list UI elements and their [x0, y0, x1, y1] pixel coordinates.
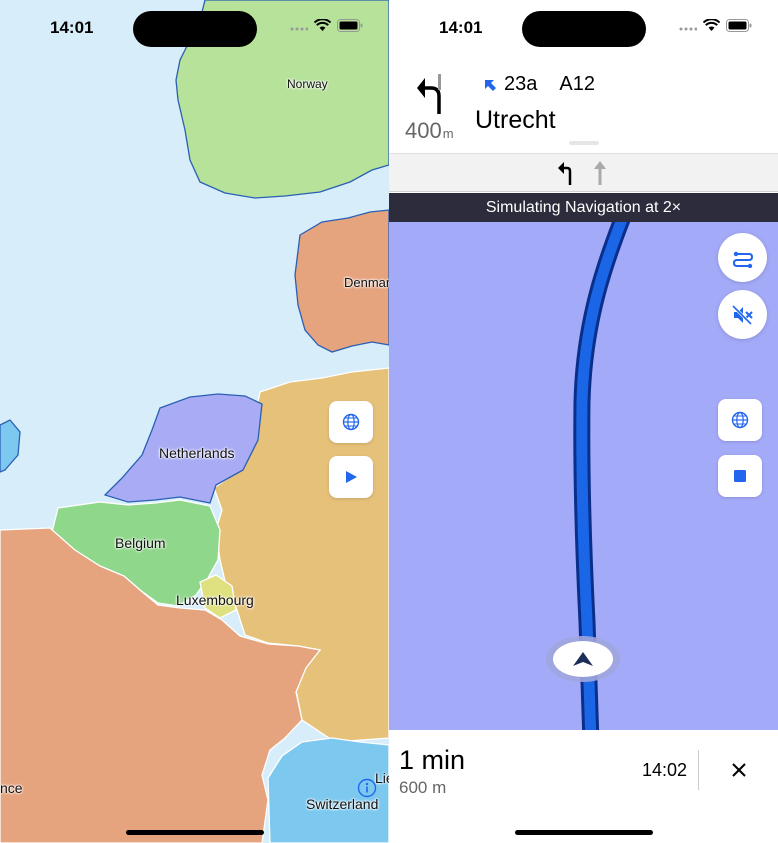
- distance-unit: m: [442, 126, 454, 141]
- footer-divider: [698, 750, 699, 790]
- road-name: A12: [559, 73, 595, 95]
- lane-guidance-bar: [389, 153, 778, 192]
- battery-icon: [726, 19, 752, 32]
- simulation-banner: Simulating Navigation at 2×: [389, 193, 778, 222]
- left-phone-screen: 14:01 Norway Denmar Netherlands Belgium …: [0, 0, 389, 843]
- battery-icon: [337, 19, 363, 32]
- remaining-distance: 600 m: [399, 778, 447, 797]
- stop-icon: [734, 470, 746, 482]
- distance-value: 400: [405, 118, 442, 143]
- label-liechtenstein: Lie: [375, 770, 389, 786]
- status-time: 14:01: [50, 18, 94, 37]
- status-icons: [679, 19, 752, 32]
- maneuver-panel[interactable]: 400m 23a A12 Utrecht: [389, 56, 778, 152]
- globe-button[interactable]: [329, 401, 373, 443]
- maneuver-distance: 400m: [405, 118, 454, 144]
- stop-button[interactable]: [718, 455, 762, 497]
- label-netherlands: Netherlands: [159, 445, 235, 461]
- wifi-icon: [703, 19, 720, 31]
- globe-icon: [342, 413, 360, 431]
- label-belgium: Belgium: [115, 535, 166, 551]
- info-icon: [357, 778, 377, 798]
- label-denmark: Denmar: [344, 275, 389, 290]
- lane-straight-arrow-icon: [594, 161, 606, 185]
- route-overview-button[interactable]: [718, 233, 767, 282]
- remaining-duration: 1 min: [399, 745, 466, 775]
- label-switzerland: Switzerland: [306, 796, 379, 812]
- cellular-icon: [679, 27, 697, 30]
- globe-button[interactable]: [718, 399, 762, 441]
- exit-arrow-icon: [485, 79, 496, 91]
- status-time: 14:01: [439, 18, 483, 37]
- status-icons: [290, 19, 363, 32]
- close-icon: [732, 763, 746, 777]
- route-options-icon: [732, 251, 753, 268]
- exit-number: 23a: [504, 73, 538, 95]
- globe-icon: [731, 411, 749, 429]
- right-phone-screen: 14:01 400m 23a A12 Utrecht Simulating Na…: [389, 0, 778, 843]
- street-name: Utrecht: [475, 106, 556, 134]
- label-france: nce: [0, 780, 23, 796]
- mute-button[interactable]: [718, 290, 767, 339]
- speaker-muted-icon: [731, 304, 753, 325]
- exit-info: 23a A12: [482, 73, 595, 96]
- trip-summary-panel: 1 min 600 m 14:02: [389, 730, 778, 843]
- play-icon: [346, 471, 357, 483]
- cellular-icon: [290, 27, 308, 30]
- home-indicator[interactable]: [126, 830, 264, 835]
- arrival-time: 14:02: [642, 760, 688, 780]
- uk-region: [0, 419, 21, 473]
- end-navigation-button[interactable]: [719, 752, 759, 788]
- navigation-map[interactable]: [389, 222, 778, 730]
- dynamic-island: [133, 11, 257, 47]
- home-indicator[interactable]: [515, 830, 653, 835]
- drag-handle[interactable]: [569, 141, 599, 145]
- play-button[interactable]: [329, 456, 373, 498]
- turn-left-arrow-icon: [417, 74, 441, 114]
- user-location-puck: [546, 636, 620, 682]
- label-norway: Norway: [287, 77, 328, 91]
- wifi-icon: [314, 19, 331, 31]
- info-button[interactable]: [357, 778, 377, 798]
- lane-left-arrow-icon: [558, 162, 572, 185]
- navigation-arrow-icon: [573, 652, 593, 666]
- dynamic-island: [522, 11, 646, 47]
- label-luxembourg: Luxembourg: [176, 592, 254, 608]
